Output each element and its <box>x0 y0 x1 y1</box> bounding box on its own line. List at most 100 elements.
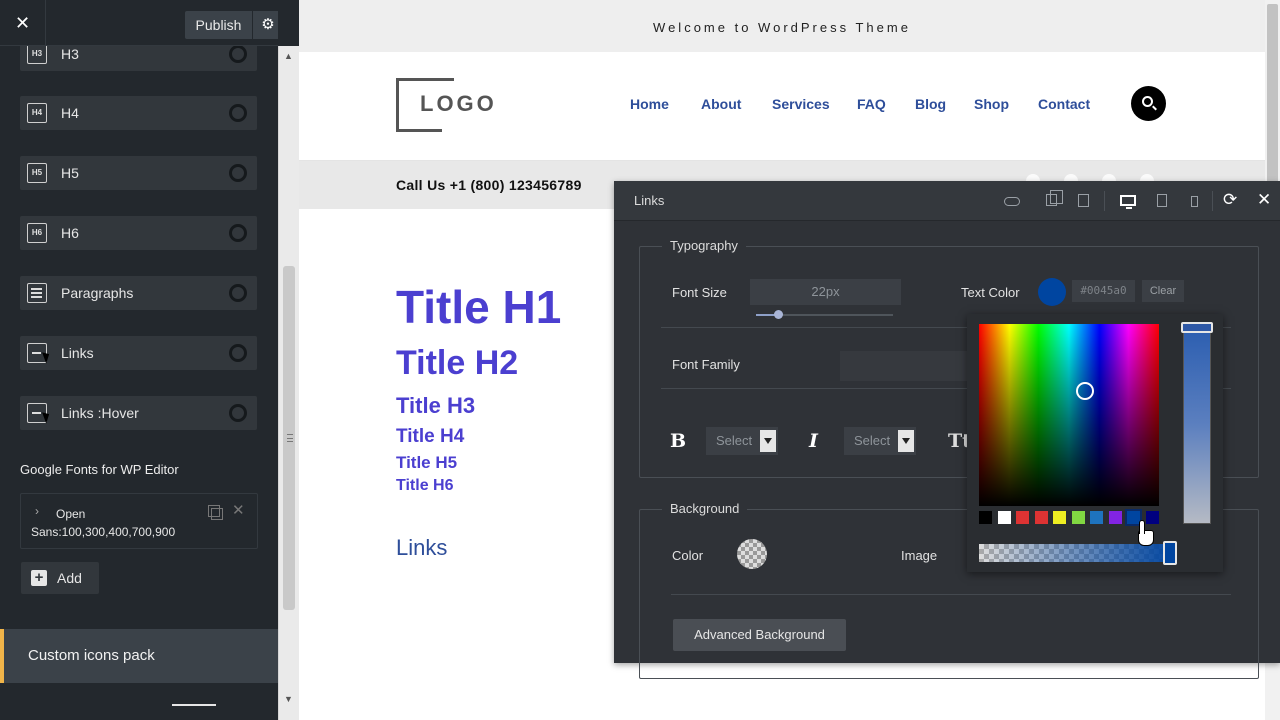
toggle-circle-icon[interactable] <box>229 404 247 422</box>
color-picker-popup <box>967 314 1223 572</box>
toggle-circle-icon[interactable] <box>229 45 247 63</box>
title-h6: Title H6 <box>396 477 454 494</box>
paragraph-icon <box>27 283 47 303</box>
toggle-circle-icon[interactable] <box>229 284 247 302</box>
toggle-circle-icon[interactable] <box>229 224 247 242</box>
clear-color-button[interactable]: Clear <box>1142 280 1184 302</box>
advanced-background-button[interactable]: Advanced Background <box>673 619 846 651</box>
divider <box>172 704 216 706</box>
links-sample[interactable]: Links <box>396 535 447 561</box>
refresh-icon[interactable]: ⟳ <box>1223 190 1237 210</box>
chevron-down-icon[interactable] <box>760 430 776 452</box>
palette-swatch[interactable] <box>979 511 992 524</box>
h4-icon: H4 <box>27 103 47 123</box>
nav-link-faq[interactable]: FAQ <box>857 96 886 112</box>
nav-link-home[interactable]: Home <box>630 96 669 112</box>
sidebar-header: ✕ Publish ⚙ <box>0 0 278 46</box>
nav-link-shop[interactable]: Shop <box>974 96 1009 112</box>
sidebar-item-label: H4 <box>61 105 79 121</box>
link-icon[interactable] <box>1004 197 1020 206</box>
text-color-hex-input[interactable]: #0045a0 <box>1072 280 1135 302</box>
google-font-entry[interactable]: › Open Sans:100,300,400,700,900 ✕ <box>20 493 258 549</box>
typography-legend: Typography <box>662 238 746 253</box>
palette-swatch[interactable] <box>1071 511 1085 524</box>
font-weight-select[interactable]: Select <box>706 427 778 455</box>
nav-link-contact[interactable]: Contact <box>1038 96 1090 112</box>
divider <box>671 594 1231 595</box>
color-picker-cursor[interactable] <box>1076 382 1094 400</box>
title-h1: Title H1 <box>396 281 562 333</box>
custom-icons-pack-section[interactable]: Custom icons pack <box>0 629 278 683</box>
sidebar-item-label: H6 <box>61 225 79 241</box>
select-value: Select <box>716 433 753 448</box>
customizer-sidebar: ✕ Publish ⚙ H3 H3 H4 H4 H5 H5 H6 H6 Para… <box>0 0 278 720</box>
logo[interactable]: LOGO <box>396 78 496 132</box>
file-icon[interactable] <box>1078 194 1089 207</box>
sidebar-item-h4[interactable]: H4 H4 <box>20 96 257 130</box>
search-icon <box>1142 96 1153 107</box>
panel-title: Links <box>634 193 665 208</box>
desktop-icon[interactable] <box>1120 195 1136 209</box>
font-style-select[interactable]: Select <box>844 427 916 455</box>
background-color-label: Color <box>672 548 704 563</box>
toggle-circle-icon[interactable] <box>229 164 247 182</box>
sidebar-item-paragraphs[interactable]: Paragraphs <box>20 276 257 310</box>
sidebar-item-h5[interactable]: H5 H5 <box>20 156 257 190</box>
close-icon[interactable]: ✕ <box>1257 190 1271 210</box>
chevron-down-icon[interactable] <box>898 430 914 452</box>
nav-link-services[interactable]: Services <box>772 96 830 112</box>
sidebar-item-label: Links <box>61 345 94 361</box>
toggle-circle-icon[interactable] <box>229 104 247 122</box>
sidebar-item-links[interactable]: Links <box>20 336 257 370</box>
copy-icon[interactable] <box>208 505 223 520</box>
tablet-icon[interactable] <box>1157 194 1167 207</box>
title-h3: Title H3 <box>396 393 476 418</box>
text-color-swatch[interactable] <box>1038 278 1066 306</box>
copy-icon[interactable] <box>1046 190 1063 206</box>
background-image-label: Image <box>901 548 938 563</box>
gear-icon[interactable]: ⚙ <box>253 11 278 39</box>
font-size-input[interactable]: 22px <box>750 279 901 305</box>
custom-icons-pack-label: Custom icons pack <box>28 647 155 664</box>
hue-slider-handle[interactable] <box>1181 322 1213 333</box>
sidebar-item-label: Links :Hover <box>61 405 139 421</box>
plus-icon: + <box>31 570 47 586</box>
italic-icon[interactable]: I <box>809 430 818 452</box>
background-color-swatch[interactable] <box>737 539 767 569</box>
palette-swatch[interactable] <box>1090 511 1103 524</box>
delete-icon[interactable]: ✕ <box>232 501 245 519</box>
palette-swatch[interactable] <box>997 511 1011 524</box>
close-icon[interactable]: ✕ <box>0 0 46 46</box>
nav-link-about[interactable]: About <box>701 96 741 112</box>
google-font-value: Open Sans:100,300,400,700,900 <box>31 507 176 539</box>
phone-icon[interactable] <box>1191 196 1198 207</box>
add-button[interactable]: + Add <box>21 562 99 594</box>
palette-swatch[interactable] <box>1108 511 1122 524</box>
font-family-select[interactable] <box>840 351 970 381</box>
opacity-slider-handle[interactable] <box>1163 541 1177 565</box>
bold-icon[interactable]: B <box>670 430 686 452</box>
palette-swatch[interactable] <box>1016 511 1029 524</box>
toggle-circle-icon[interactable] <box>229 344 247 362</box>
scroll-down-icon[interactable]: ▼ <box>284 694 293 704</box>
palette-swatch[interactable] <box>1034 511 1048 524</box>
call-us-text: Call Us +1 (800) 123456789 <box>396 177 582 193</box>
h3-icon: H3 <box>27 44 47 64</box>
sidebar-item-h6[interactable]: H6 H6 <box>20 216 257 250</box>
palette-swatch[interactable] <box>1053 511 1066 524</box>
nav-link-blog[interactable]: Blog <box>915 96 946 112</box>
search-button[interactable] <box>1131 86 1166 121</box>
logo-text: LOGO <box>420 91 497 116</box>
hue-slider[interactable] <box>1183 324 1211 524</box>
title-h4: Title H4 <box>396 426 465 447</box>
font-size-slider-handle[interactable] <box>773 310 783 319</box>
sidebar-scrollbar[interactable]: ▲ ▼ <box>278 46 299 720</box>
panel-header: Links ⟳ ✕ <box>614 181 1280 221</box>
saturation-value-area[interactable] <box>979 324 1159 506</box>
sidebar-item-links-hover[interactable]: Links :Hover <box>20 396 257 430</box>
font-family-label: Font Family <box>672 357 740 372</box>
divider <box>1104 191 1105 211</box>
scroll-up-icon[interactable]: ▲ <box>284 51 293 61</box>
publish-button[interactable]: Publish <box>185 11 252 39</box>
sidebar-item-label: H5 <box>61 165 79 181</box>
